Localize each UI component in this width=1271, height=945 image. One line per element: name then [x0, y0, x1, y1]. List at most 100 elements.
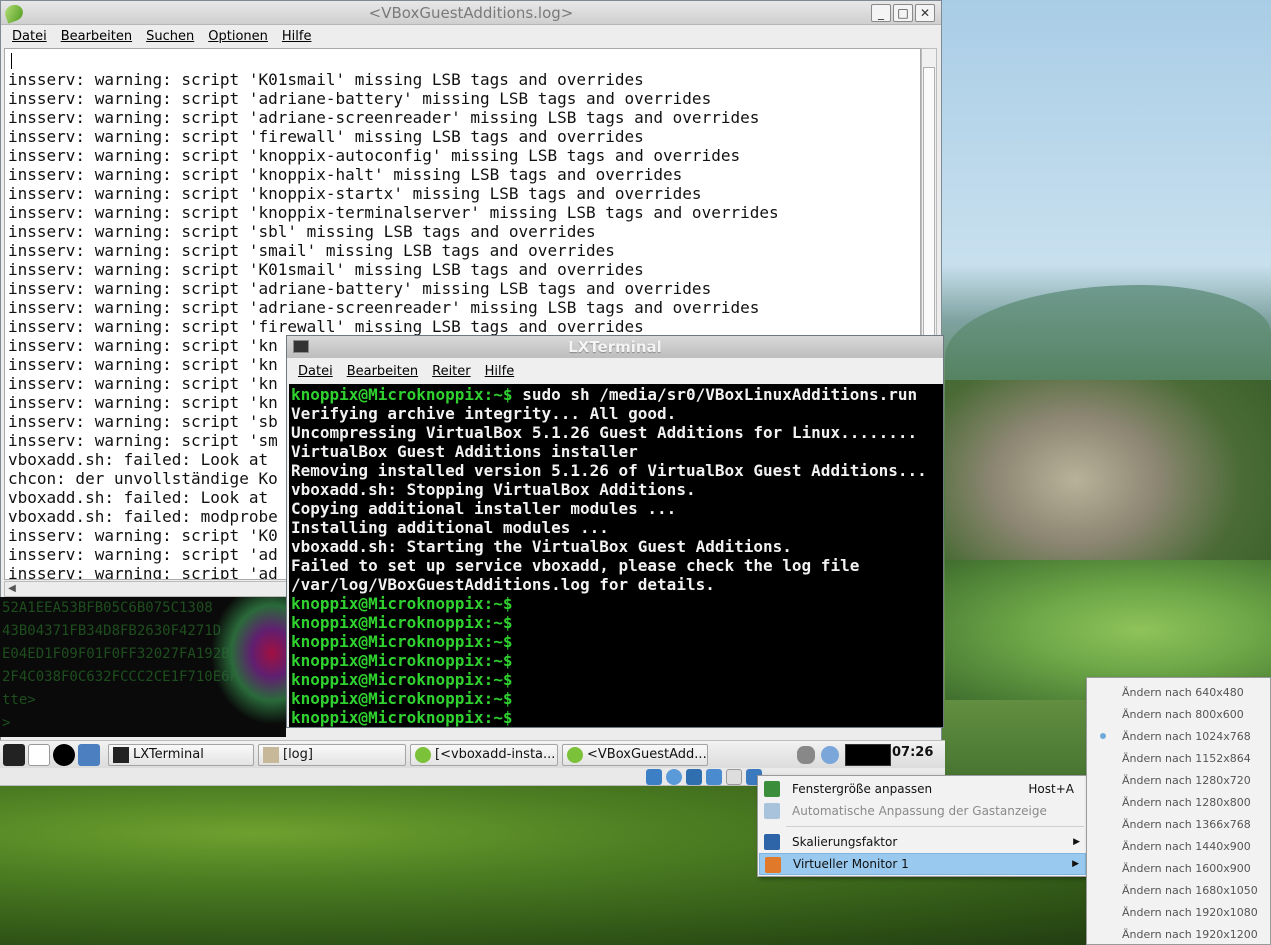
task-lxterminal[interactable]: LXTerminal: [108, 743, 254, 766]
submenu-arrow-icon: ▶: [1073, 837, 1080, 847]
scroll-left-arrow-icon[interactable]: ◀: [6, 583, 18, 595]
terminal-icon: [293, 340, 309, 353]
submenu-item-label: Ändern nach 1920x1080: [1122, 905, 1258, 919]
terminal-output-line: VirtualBox Guest Additions installer: [291, 442, 638, 461]
terminal-output[interactable]: knoppix@Microknoppix:~$ sudo sh /media/s…: [289, 384, 943, 727]
cpu-monitor: [845, 744, 891, 766]
submenu-item-resolution[interactable]: Ändern nach 1600x900: [1088, 857, 1271, 879]
background-terminal: 52A1EEA53BFB05C6B075C1308 43B04371FB34D8F…: [0, 597, 286, 737]
minimize-button[interactable]: _: [871, 4, 891, 22]
log-line: insserv: warning: script 'adriane-batter…: [8, 89, 712, 108]
terminal-menu-hilfe[interactable]: Hilfe: [478, 364, 522, 379]
close-button[interactable]: ✕: [915, 4, 935, 22]
task-vboxadd-install[interactable]: [<vboxadd-insta...: [410, 743, 558, 766]
menu-item-adjust-window-size[interactable]: Fenstergröße anpassen Host+A: [759, 778, 1086, 800]
submenu-item-label: Ändern nach 800x600: [1122, 707, 1244, 721]
menu-suchen[interactable]: Suchen: [139, 29, 201, 44]
submenu-item-resolution[interactable]: Ändern nach 1920x1200: [1088, 923, 1271, 945]
auto-resize-icon: [764, 803, 780, 819]
terminal-prompt-line: knoppix@Microknoppix:~$: [291, 594, 513, 613]
log-menubar: Datei Bearbeiten Suchen Optionen Hilfe: [1, 25, 941, 47]
submenu-item-label: Ändern nach 1280x720: [1122, 773, 1251, 787]
terminal-prompt-line: knoppix@Microknoppix:~$: [291, 632, 513, 651]
network-adapter-icon[interactable]: [706, 769, 722, 785]
submenu-item-resolution[interactable]: Ändern nach 640x480: [1088, 681, 1271, 703]
resolution-submenu: Ändern nach 640x480 Ändern nach 800x600 Än…: [1086, 677, 1271, 945]
terminal-output-line: Verifying archive integrity... All good.: [291, 404, 677, 423]
log-line: insserv: warning: script 'knoppix-termin…: [8, 203, 779, 222]
leafpad-icon: [567, 746, 583, 763]
submenu-item-label: Ändern nach 1366x768: [1122, 817, 1251, 831]
system-tray: [797, 744, 891, 766]
usb-icon[interactable]: [726, 769, 742, 785]
submenu-item-resolution[interactable]: Ändern nach 1280x720: [1088, 769, 1271, 791]
log-line: insserv: warning: script 'sbl' missing L…: [8, 222, 596, 241]
menu-datei[interactable]: Datei: [5, 29, 54, 44]
file-launcher-icon[interactable]: [28, 743, 50, 766]
hdd-icon[interactable]: [646, 769, 662, 785]
submenu-arrow-icon: ▶: [1072, 859, 1079, 869]
terminal-output-line: Copying additional installer modules ...: [291, 499, 677, 518]
wallpaper-swirl: [200, 597, 286, 737]
taskbar: LXTerminal [log] [<vboxadd-insta... <VBo…: [0, 740, 945, 768]
lxterminal-window: LXTerminal Datei Bearbeiten Reiter Hilfe…: [286, 335, 944, 728]
terminal-output-line: /var/log/VBoxGuestAdditions.log for deta…: [291, 575, 715, 594]
text-cursor: [11, 53, 12, 69]
menu-item-auto-resize-guest[interactable]: Automatische Anpassung der Gastanzeige: [759, 800, 1086, 822]
menu-optionen[interactable]: Optionen: [201, 29, 275, 44]
terminal-launcher-icon[interactable]: [3, 743, 25, 766]
audio-icon[interactable]: [686, 769, 702, 785]
submenu-item-resolution[interactable]: Ändern nach 1024x768: [1088, 725, 1271, 747]
menu-item-virtual-monitor-1[interactable]: Virtueller Monitor 1 ▶: [759, 853, 1086, 875]
submenu-item-resolution[interactable]: Ändern nach 1920x1080: [1088, 901, 1271, 923]
knoppix-launcher-icon[interactable]: [53, 743, 75, 766]
log-line: insserv: warning: script 'knoppix-startx…: [8, 184, 702, 203]
submenu-item-label: Ändern nach 1680x1050: [1122, 883, 1258, 897]
log-window-title: <VBoxGuestAdditions.log>: [368, 3, 574, 22]
log-line: insserv: warning: script 'K01smail' miss…: [8, 260, 644, 279]
terminal-titlebar[interactable]: LXTerminal: [287, 336, 943, 358]
submenu-item-resolution[interactable]: Ändern nach 1440x900: [1088, 835, 1271, 857]
log-line: insserv: warning: script 'knoppix-autoco…: [8, 146, 741, 165]
task-vboxguest-log[interactable]: <VBoxGuestAdd...: [562, 743, 708, 766]
terminal-menu-datei[interactable]: Datei: [291, 364, 340, 379]
log-line: insserv: warning: script 'knoppix-halt' …: [8, 165, 683, 184]
submenu-item-resolution[interactable]: Ändern nach 1152x864: [1088, 747, 1271, 769]
view-context-menu: Fenstergröße anpassen Host+A Automatisch…: [757, 775, 1087, 877]
log-window-titlebar[interactable]: <VBoxGuestAdditions.log> _ □ ✕: [1, 1, 941, 25]
optical-drive-icon[interactable]: [666, 769, 682, 785]
submenu-item-label: Ändern nach 1440x900: [1122, 839, 1251, 853]
log-line: insserv: warning: script 'firewall' miss…: [8, 127, 644, 146]
submenu-item-resolution[interactable]: Ändern nach 1280x800: [1088, 791, 1271, 813]
terminal-menu-reiter[interactable]: Reiter: [425, 364, 478, 379]
submenu-item-resolution[interactable]: Ändern nach 1366x768: [1088, 813, 1271, 835]
clock[interactable]: 07:26: [892, 745, 933, 760]
menu-hilfe[interactable]: Hilfe: [275, 29, 319, 44]
terminal-menu-bearbeiten[interactable]: Bearbeiten: [340, 364, 425, 379]
log-line: insserv: warning: script 'adriane-screen…: [8, 298, 760, 317]
submenu-item-label: Ändern nach 1600x900: [1122, 861, 1251, 875]
terminal-output-line: Removing installed version 5.1.26 of Vir…: [291, 461, 927, 480]
terminal-title: LXTerminal: [568, 338, 662, 356]
terminal-output-line: Installing additional modules ...: [291, 518, 609, 537]
folder-icon: [263, 746, 279, 763]
terminal-prompt-line: knoppix@Microknoppix:~$: [291, 689, 513, 708]
desktop-launcher-icon[interactable]: [78, 743, 100, 766]
menu-item-scale-factor[interactable]: Skalierungsfaktor ▶: [759, 831, 1086, 853]
menu-bearbeiten[interactable]: Bearbeiten: [54, 29, 139, 44]
leafpad-icon: [415, 746, 431, 763]
submenu-item-resolution[interactable]: Ändern nach 800x600: [1088, 703, 1271, 725]
log-line: insserv: warning: script 'adriane-batter…: [8, 279, 712, 298]
task-log-folder[interactable]: [log]: [258, 743, 406, 766]
terminal-output-line: vboxadd.sh: Stopping VirtualBox Addition…: [291, 480, 696, 499]
terminal-menubar: Datei Bearbeiten Reiter Hilfe: [287, 358, 943, 384]
submenu-item-label: Ändern nach 1024x768: [1122, 729, 1251, 743]
submenu-item-resolution[interactable]: Ändern nach 1680x1050: [1088, 879, 1271, 901]
volume-icon[interactable]: [797, 746, 815, 764]
submenu-item-label: Ändern nach 1280x800: [1122, 795, 1251, 809]
terminal-output-line: Failed to set up service vboxadd, please…: [291, 556, 860, 575]
network-icon[interactable]: [821, 746, 839, 764]
maximize-button[interactable]: □: [893, 4, 913, 22]
terminal-prompt-line: knoppix@Microknoppix:~$: [291, 670, 513, 689]
terminal-icon: [113, 746, 129, 763]
